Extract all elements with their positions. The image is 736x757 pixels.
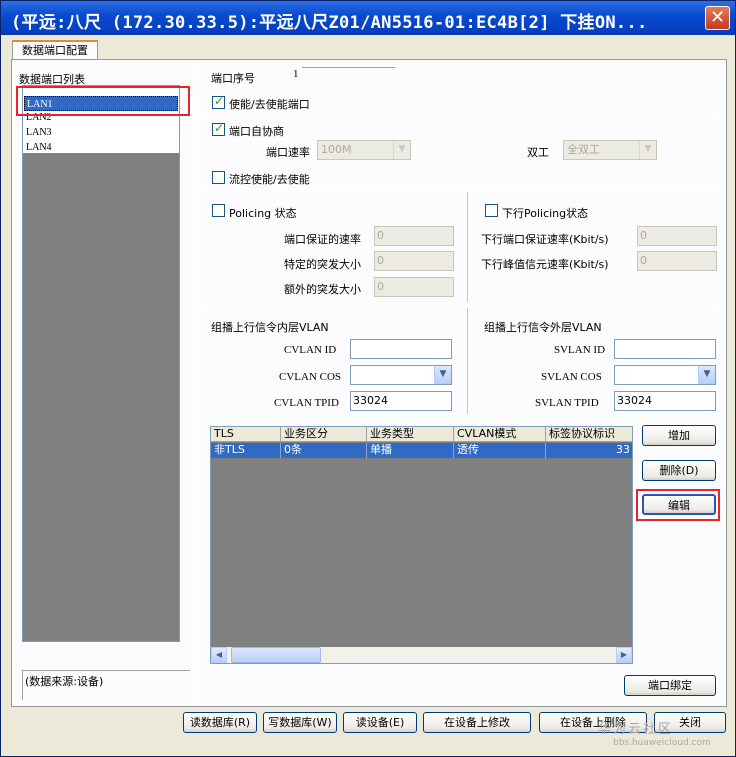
down-guaranteed-rate-label: 下行端口保证速率(Kbit/s) <box>481 233 609 246</box>
watermark-url: bbs.huaweicloud.com <box>613 738 711 748</box>
title-bar[interactable]: (平远:八尺 (172.30.33.5):平远八尺Z01/AN5516-01:E… <box>1 1 735 35</box>
enable-port-checkbox[interactable] <box>212 94 225 109</box>
modify-on-device-button[interactable]: 在设备上修改 <box>423 712 531 733</box>
highlight-box-edit <box>636 489 720 521</box>
chevron-down-icon[interactable]: ▼ <box>434 366 451 384</box>
burst-size-label: 特定的突发大小 <box>284 258 361 271</box>
vertical-divider <box>198 60 199 706</box>
cvlan-id-label: CVLAN ID <box>284 344 337 356</box>
divider <box>467 308 468 414</box>
svlan-id-input[interactable] <box>614 339 716 359</box>
guaranteed-rate-label: 端口保证的速率 <box>284 233 361 246</box>
cell-service-type: 单播 <box>367 443 454 458</box>
service-table[interactable]: TLS 业务区分 业务类型 CVLAN模式 标签协议标识 非TLS 0条 单播 … <box>210 426 633 664</box>
dialog-window: (平远:八尺 (172.30.33.5):平远八尺Z01/AN5516-01:E… <box>0 0 736 757</box>
close-icon[interactable]: ✕ <box>705 6 730 30</box>
highlight-box-lan1 <box>16 86 190 116</box>
cvlan-id-input[interactable] <box>350 339 452 359</box>
port-no-label: 端口序号 <box>211 72 255 85</box>
horizontal-scrollbar[interactable]: ◀ ▶ <box>211 647 632 663</box>
autoneg-label: 端口自协商 <box>229 125 284 138</box>
port-no-value: 1 <box>293 68 299 80</box>
divider <box>467 192 468 302</box>
duplex-select-value: 全双工 <box>567 143 600 156</box>
speed-label: 端口速率 <box>266 146 310 159</box>
svlan-tpid-label: SVLAN TPID <box>535 397 599 409</box>
data-source-status: (数据来源:设备) <box>22 670 190 700</box>
cell-cvlan-mode: 透传 <box>454 443 546 458</box>
divider <box>206 116 716 117</box>
cell-service-class: 0条 <box>281 443 367 458</box>
cvlan-cos-label: CVLAN COS <box>279 371 342 383</box>
read-database-button[interactable]: 读数据库(R) <box>183 712 257 733</box>
column-header-service-class[interactable]: 业务区分 <box>281 427 367 442</box>
svlan-tpid-input[interactable]: 33024 <box>614 391 716 411</box>
inner-vlan-title: 组播上行信令内层VLAN <box>211 321 329 334</box>
scroll-thumb[interactable] <box>231 647 321 663</box>
cvlan-tpid-label: CVLAN TPID <box>274 397 339 409</box>
cell-tls: 非TLS <box>211 443 281 458</box>
speed-select-value: 100M <box>321 143 352 156</box>
column-header-cvlan-mode[interactable]: CVLAN模式 <box>454 427 546 442</box>
add-button[interactable]: 增加 <box>642 425 716 446</box>
duplex-select: 全双工 ▼ <box>563 140 657 160</box>
svlan-cos-label: SVLAN COS <box>541 371 602 383</box>
column-header-tls[interactable]: TLS <box>211 427 281 442</box>
scroll-left-icon[interactable]: ◀ <box>211 647 227 663</box>
port-list[interactable]: LAN1 LAN2 LAN3 LAN4 <box>22 85 180 642</box>
duplex-label: 双工 <box>527 146 549 159</box>
watermark-text: 华为云社区 <box>598 722 674 737</box>
write-database-button[interactable]: 写数据库(W) <box>263 712 337 733</box>
table-header: TLS 业务区分 业务类型 CVLAN模式 标签协议标识 <box>211 427 632 442</box>
table-row[interactable]: 非TLS 0条 单播 透传 33 <box>211 443 632 458</box>
divider <box>206 191 716 192</box>
chevron-down-icon[interactable]: ▼ <box>698 366 715 384</box>
delete-button[interactable]: 删除(D) <box>642 460 716 481</box>
column-header-service-type[interactable]: 业务类型 <box>367 427 454 442</box>
down-guaranteed-rate-input[interactable]: 0 <box>637 226 717 246</box>
list-item-lan4[interactable]: LAN4 <box>24 140 178 155</box>
svlan-cos-select[interactable]: ▼ <box>614 365 716 385</box>
column-header-tag-protocol[interactable]: 标签协议标识 <box>546 427 632 442</box>
port-bind-button[interactable]: 端口绑定 <box>624 675 716 696</box>
policing-checkbox[interactable] <box>212 204 225 217</box>
outer-vlan-title: 组播上行信令外层VLAN <box>484 321 602 334</box>
port-no-underline <box>302 67 395 68</box>
enable-port-label: 使能/去使能端口 <box>229 98 310 111</box>
speed-select: 100M ▼ <box>317 140 411 160</box>
list-item-lan3[interactable]: LAN3 <box>24 125 178 140</box>
down-policing-label: 下行Policing状态 <box>502 207 589 220</box>
flow-control-checkbox[interactable] <box>212 171 225 184</box>
window-title: (平远:八尺 (172.30.33.5):平远八尺Z01/AN5516-01:E… <box>11 13 648 33</box>
divider <box>206 307 716 308</box>
down-peak-rate-label: 下行峰值信元速率(Kbit/s) <box>481 258 609 271</box>
tab-data-port-config[interactable]: 数据端口配置 <box>12 40 98 60</box>
cvlan-cos-select[interactable]: ▼ <box>350 365 452 385</box>
guaranteed-rate-input[interactable]: 0 <box>374 226 454 246</box>
cvlan-tpid-input[interactable]: 33024 <box>350 391 452 411</box>
chevron-down-icon: ▼ <box>393 141 410 159</box>
autoneg-checkbox[interactable] <box>212 121 225 136</box>
svlan-id-label: SVLAN ID <box>554 344 606 356</box>
scroll-right-icon[interactable]: ▶ <box>616 647 632 663</box>
policing-label: Policing 状态 <box>229 207 297 220</box>
read-device-button[interactable]: 读设备(E) <box>343 712 417 733</box>
down-policing-checkbox[interactable] <box>485 204 498 217</box>
down-peak-rate-input[interactable]: 0 <box>637 251 717 271</box>
extra-burst-input[interactable]: 0 <box>374 277 454 297</box>
burst-size-input[interactable]: 0 <box>374 251 454 271</box>
extra-burst-label: 额外的突发大小 <box>284 283 361 296</box>
tab-page: 数据端口列表 LAN1 LAN2 LAN3 LAN4 (数据来源:设备) 端口序… <box>11 59 727 707</box>
chevron-down-icon: ▼ <box>639 141 656 159</box>
cell-tag-protocol: 33 <box>616 443 630 456</box>
flow-control-label: 流控使能/去使能 <box>229 173 310 186</box>
